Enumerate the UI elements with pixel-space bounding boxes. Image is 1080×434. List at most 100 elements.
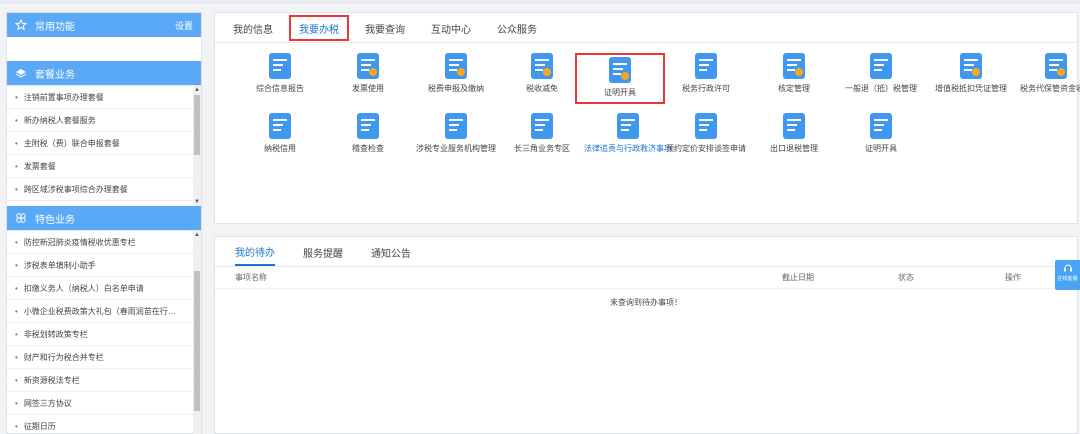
list-item[interactable]: • 扣缴义务人（纳税人）白名单申请 <box>7 277 201 300</box>
layers-icon <box>15 67 27 79</box>
function-certificate[interactable]: 证明开具 <box>575 53 665 104</box>
list-item[interactable]: • 防控新冠肺炎疫情税收优惠专栏 <box>7 231 201 254</box>
package-scrollbar[interactable]: ▲ ▼ <box>193 86 201 206</box>
special-list: • 防控新冠肺炎疫情税收优惠专栏 • 涉税表单填制小助手 • 扣缴义务人（纳税人）白名… <box>7 230 201 434</box>
function-credit[interactable]: 纳税信用 <box>235 113 325 154</box>
special-header[interactable]: 特色业务 <box>7 206 201 230</box>
legal-icon <box>617 113 639 139</box>
function-label: 税务代保管资金收取 <box>1020 84 1080 93</box>
special-scrollbar[interactable]: ▲ ▼ <box>193 231 201 434</box>
function-label: 税务行政许可 <box>682 84 730 93</box>
online-service-label: 在线客服 <box>1057 276 1078 282</box>
refund-icon <box>870 53 892 79</box>
function-label: 纳税信用 <box>264 144 296 153</box>
scroll-up-icon[interactable]: ▲ <box>193 231 201 239</box>
pricing-icon <box>695 113 717 139</box>
function-fund-custody[interactable]: 税务代保管资金收取 <box>1011 53 1080 94</box>
function-assessment[interactable]: 核定管理 <box>749 53 839 94</box>
list-item[interactable]: • 征期日历 <box>7 415 201 434</box>
common-functions-header[interactable]: 常用功能 设置 <box>7 13 201 37</box>
package-list: • 注销前置事项办理套餐 • 新办纳税人套餐服务 • 主附税（费）联合申报套餐 • 发票… <box>7 85 201 206</box>
tab-query[interactable]: 我要查询 <box>365 14 405 42</box>
function-label: 涉税专业服务机构管理 <box>416 144 496 153</box>
function-label: 稽查检查 <box>352 144 384 153</box>
tab-my-todo[interactable]: 我的待办 <box>235 238 275 266</box>
tab-tax-handling[interactable]: 我要办税 <box>289 15 349 41</box>
scroll-thumb[interactable] <box>194 271 200 411</box>
headset-icon <box>1063 264 1072 272</box>
yangtze-delta-icon <box>531 113 553 139</box>
function-agency[interactable]: 涉税专业服务机构管理 <box>411 113 501 154</box>
scroll-thumb[interactable] <box>194 95 200 155</box>
report-icon <box>269 53 291 79</box>
list-item[interactable]: • 新办纳税人套餐服务 <box>7 109 201 132</box>
function-label: 综合信息报告 <box>256 84 304 93</box>
function-label: 税收减免 <box>526 84 558 93</box>
list-item[interactable]: • 网签三方协议 <box>7 392 201 415</box>
function-legal[interactable]: 法律追责与行政救济事项 <box>583 113 673 154</box>
function-tax-relief[interactable]: 税收减免 <box>497 53 587 94</box>
function-certificate2[interactable]: 证明开具 <box>836 113 926 154</box>
function-label: 证明开具 <box>604 88 636 97</box>
tab-interaction[interactable]: 互动中心 <box>431 14 471 42</box>
list-item[interactable]: • 发票套餐 <box>7 155 201 178</box>
function-label: 增值税抵扣凭证管理 <box>935 84 1007 93</box>
tab-public-service[interactable]: 公众服务 <box>497 14 537 42</box>
function-label: 证明开具 <box>865 144 897 153</box>
list-item[interactable]: • 注销前置事项办理套餐 <box>7 86 201 109</box>
certificate2-icon <box>870 113 892 139</box>
license-icon <box>695 53 717 79</box>
scroll-down-icon[interactable]: ▼ <box>193 198 201 206</box>
col-name: 事项名称 <box>235 273 267 282</box>
function-label: 预约定价安排谈签申请 <box>666 144 746 153</box>
empty-message: 未查询到待办事项！ <box>610 298 682 307</box>
function-export-refund[interactable]: 出口退税管理 <box>749 113 839 154</box>
fund-custody-icon <box>1045 53 1067 79</box>
function-invoice[interactable]: 发票使用 <box>323 53 413 94</box>
main-tabs: 我的信息 我要办税 我要查询 互动中心 公众服务 <box>215 13 1077 43</box>
function-license[interactable]: 税务行政许可 <box>661 53 751 94</box>
vat-deduction-icon <box>960 53 982 79</box>
certificate-icon <box>609 57 631 83</box>
list-item[interactable]: • 新资源税法专栏 <box>7 369 201 392</box>
special-title: 特色业务 <box>35 214 75 226</box>
list-item[interactable]: • 小微企业税费政策大礼包（春雨润苗在行… <box>7 300 201 323</box>
clover-icon <box>15 212 27 224</box>
online-service-button[interactable]: 在线客服 <box>1055 260 1080 290</box>
list-item[interactable]: • 主附税（费）联合申报套餐 <box>7 132 201 155</box>
list-item[interactable]: • 跨区域涉税事项综合办理套餐 <box>7 178 201 201</box>
tax-relief-icon <box>531 53 553 79</box>
function-refund[interactable]: 一般退（抵）税管理 <box>836 53 926 94</box>
common-functions-title: 常用功能 <box>35 21 75 33</box>
scroll-up-icon[interactable]: ▲ <box>193 86 201 94</box>
service-panel: 我的信息 我要办税 我要查询 互动中心 公众服务 综合信息报告 发票使用 税费申报及… <box>214 12 1080 224</box>
assessment-icon <box>783 53 805 79</box>
top-bar <box>0 0 1080 4</box>
settings-link[interactable]: 设置 <box>175 19 193 32</box>
function-report[interactable]: 综合信息报告 <box>235 53 325 94</box>
tab-my-info[interactable]: 我的信息 <box>233 14 273 42</box>
common-functions-body <box>7 37 201 61</box>
star-icon <box>15 19 27 31</box>
function-label: 一般退（抵）税管理 <box>845 84 917 93</box>
declare-icon <box>445 53 467 79</box>
function-label: 出口退税管理 <box>770 144 818 153</box>
list-item[interactable]: • 财产和行为税合并专栏 <box>7 346 201 369</box>
tab-service-reminder[interactable]: 服务提醒 <box>303 238 343 266</box>
list-item[interactable]: • 非税划转政策专栏 <box>7 323 201 346</box>
package-header[interactable]: 套餐业务 <box>7 61 201 85</box>
function-label: 法律追责与行政救济事项 <box>584 144 672 153</box>
package-title: 套餐业务 <box>35 69 75 81</box>
function-label: 发票使用 <box>352 84 384 93</box>
function-inspection[interactable]: 稽查检查 <box>323 113 413 154</box>
function-yangtze-delta[interactable]: 长三角业务专区 <box>497 113 587 154</box>
function-vat-deduction[interactable]: 增值税抵扣凭证管理 <box>926 53 1016 94</box>
function-declare[interactable]: 税费申报及缴纳 <box>411 53 501 94</box>
function-label: 核定管理 <box>778 84 810 93</box>
function-label: 长三角业务专区 <box>514 144 570 153</box>
list-item[interactable]: • 涉税表单填制小助手 <box>7 254 201 277</box>
tab-notices[interactable]: 通知公告 <box>371 238 411 266</box>
function-pricing[interactable]: 预约定价安排谈签申请 <box>661 113 751 154</box>
sidebar: 常用功能 设置 套餐业务 • 注销前置事项办理套餐 • 新办纳税人套餐服务 • 主附税… <box>6 12 202 434</box>
invoice-icon <box>357 53 379 79</box>
